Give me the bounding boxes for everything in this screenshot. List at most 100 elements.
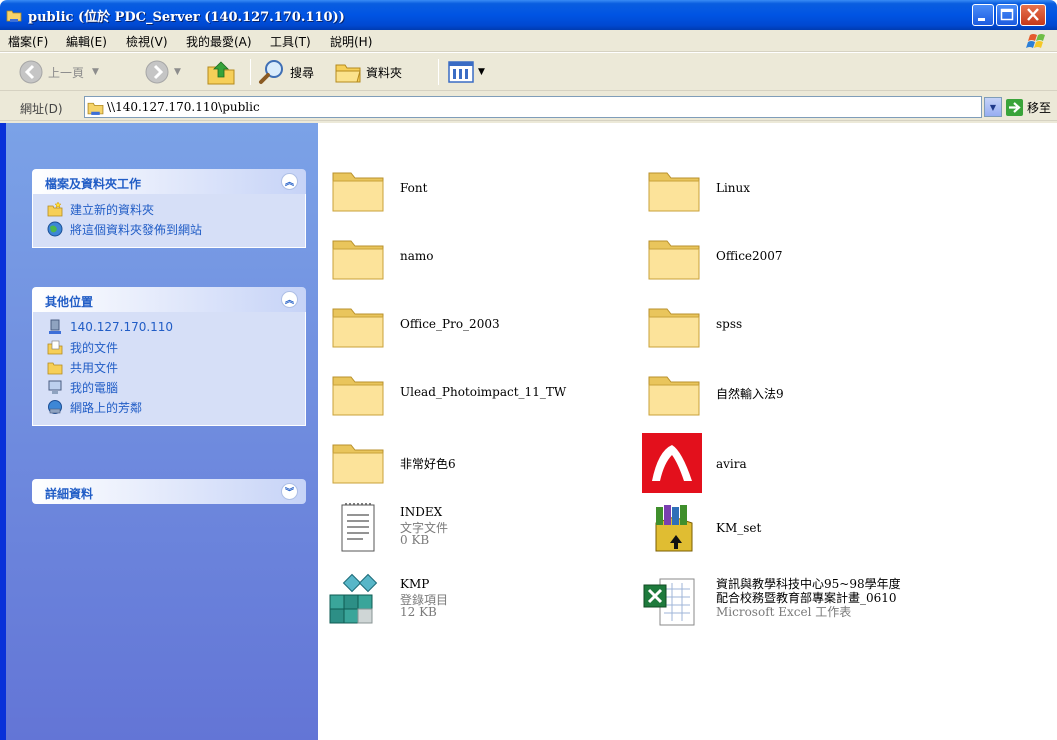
file-tasks-body: 建立新的資料夾 將這個資料夾發佈到網站	[32, 194, 306, 248]
collapse-icon[interactable]: ︽	[281, 291, 298, 308]
task-new-folder[interactable]: 建立新的資料夾	[33, 199, 305, 219]
search-button[interactable]: 搜尋	[258, 56, 314, 88]
file-tasks-header[interactable]: 檔案及資料夾工作 ︽	[32, 169, 306, 194]
folder-icon	[648, 240, 700, 280]
folder-name: Linux	[716, 181, 751, 195]
shared-documents-icon	[47, 362, 63, 375]
place-my-computer[interactable]: 我的電腦	[33, 377, 305, 397]
other-places-body: 140.127.170.110 我的文件 共用文件 我的電腦 網路上的芳鄰	[32, 312, 306, 426]
maximize-icon	[1000, 8, 1014, 21]
forward-button[interactable]: ▼	[144, 56, 181, 88]
folder-icon	[332, 444, 384, 484]
window-title: public (位於 PDC_Server (140.127.170.110))	[28, 10, 345, 25]
folders-button[interactable]: 資料夾	[334, 56, 402, 88]
back-button[interactable]: 上一頁 ▼	[18, 56, 99, 88]
up-folder-icon	[207, 61, 235, 85]
folders-icon	[335, 64, 361, 83]
details-panel: 詳細資料 ︾	[32, 479, 306, 504]
search-icon	[259, 60, 283, 84]
place-network-places[interactable]: 網路上的芳鄰	[33, 397, 305, 417]
folder-icon	[332, 376, 384, 416]
shortcut-item[interactable]: avira	[642, 433, 942, 493]
up-folder-button[interactable]	[206, 56, 236, 88]
maximize-button[interactable]	[996, 4, 1018, 26]
menu-file[interactable]: 檔案(F)	[8, 33, 48, 50]
folder-item[interactable]: Font	[330, 161, 630, 221]
folders-label: 資料夾	[366, 65, 403, 80]
file-list: Font Linux namo Office2007 Office_Pro_20…	[318, 123, 1057, 740]
menu-help[interactable]: 說明(H)	[330, 33, 372, 50]
chevron-down-icon[interactable]: ▼	[174, 67, 181, 77]
menu-bar: 檔案(F) 編輯(E) 檢視(V) 我的最愛(A) 工具(T) 說明(H)	[0, 30, 1057, 52]
folder-name: Ulead_Photoimpact_11_TW	[400, 385, 567, 399]
menu-edit[interactable]: 編輯(E)	[66, 33, 107, 50]
folder-item[interactable]: Office2007	[646, 229, 946, 289]
folder-icon	[332, 240, 384, 280]
minimize-button[interactable]	[972, 4, 994, 26]
folder-item[interactable]: 自然輸入法9	[646, 365, 946, 425]
registry-file-icon	[329, 573, 378, 624]
place-network-places-label: 網路上的芳鄰	[70, 400, 143, 415]
standard-buttons: 上一頁 ▼ ▼ 搜尋 資料夾 ▼	[0, 53, 1057, 91]
close-button[interactable]	[1020, 4, 1046, 26]
installer-box-icon	[655, 505, 693, 552]
windows-logo-icon	[1026, 34, 1045, 48]
expand-icon[interactable]: ︾	[281, 483, 298, 500]
text-file-icon	[341, 503, 375, 552]
task-publish-web[interactable]: 將這個資料夾發佈到網站	[33, 219, 305, 239]
go-button[interactable]: 移至	[1006, 97, 1051, 117]
folder-name: spss	[716, 317, 743, 331]
file-tasks-title: 檔案及資料夾工作	[45, 177, 142, 191]
file-item[interactable]: KMP 登錄項目 12 KB	[326, 573, 626, 639]
views-button[interactable]: ▼	[448, 56, 485, 88]
my-computer-icon	[48, 380, 62, 394]
place-network-computer[interactable]: 140.127.170.110	[33, 317, 305, 337]
folder-item[interactable]: 非常好色6	[330, 433, 630, 493]
other-places-panel: 其他位置 ︽ 140.127.170.110 我的文件 共用文件 我的電腦 網路…	[32, 287, 306, 426]
toolbar: 上一頁 ▼ ▼ 搜尋 資料夾 ▼ 網址(D) \\140.127.170.110…	[0, 53, 1057, 123]
chevron-down-icon: ▼	[989, 102, 997, 112]
forward-arrow-icon	[145, 60, 169, 84]
folder-item[interactable]: spss	[646, 297, 946, 357]
address-dropdown-button[interactable]: ▼	[984, 97, 1002, 117]
chevron-down-icon[interactable]: ▼	[92, 67, 99, 77]
place-my-documents[interactable]: 我的文件	[33, 337, 305, 357]
folder-icon	[332, 308, 384, 348]
place-my-documents-label: 我的文件	[70, 340, 119, 355]
folder-item[interactable]: Office_Pro_2003	[330, 297, 630, 357]
details-header[interactable]: 詳細資料 ︾	[32, 479, 306, 504]
toolbar-separator	[438, 59, 439, 85]
address-input[interactable]: \\140.127.170.110\public	[84, 96, 982, 118]
menu-view[interactable]: 檢視(V)	[126, 33, 168, 50]
toolbar-separator	[250, 59, 251, 85]
place-shared-documents[interactable]: 共用文件	[33, 357, 305, 377]
chevron-down-icon[interactable]: ▼	[478, 67, 485, 77]
folder-item[interactable]: namo	[330, 229, 630, 289]
address-bar: 網址(D) \\140.127.170.110\public ▼ 移至	[0, 93, 1057, 121]
folder-icon	[648, 308, 700, 348]
file-name: KMP	[400, 577, 430, 591]
menu-tools[interactable]: 工具(T)	[270, 33, 311, 50]
task-pane: 檔案及資料夾工作 ︽ 建立新的資料夾 將這個資料夾發佈到網站 其他位置 ︽ 14…	[6, 123, 318, 740]
collapse-icon[interactable]: ︽	[281, 173, 298, 190]
network-computer-icon	[49, 319, 61, 334]
task-publish-web-label: 將這個資料夾發佈到網站	[70, 222, 203, 237]
avira-icon	[642, 433, 702, 493]
title-bar[interactable]: public (位於 PDC_Server (140.127.170.110))	[0, 0, 1057, 30]
menu-favorites[interactable]: 我的最愛(A)	[186, 33, 252, 50]
other-places-header[interactable]: 其他位置 ︽	[32, 287, 306, 312]
file-item[interactable]: KM_set	[642, 499, 942, 559]
network-folder-icon	[87, 102, 104, 115]
go-label: 移至	[1027, 100, 1052, 115]
folder-icon	[648, 376, 700, 416]
shortcut-name: avira	[716, 457, 747, 471]
folder-item[interactable]: Ulead_Photoimpact_11_TW	[330, 365, 630, 425]
folder-item[interactable]: Linux	[646, 161, 946, 221]
folder-name: Office2007	[716, 249, 783, 263]
network-folder-icon	[6, 10, 22, 22]
other-places-title: 其他位置	[45, 295, 94, 309]
file-size: 12 KB	[400, 605, 437, 619]
details-title: 詳細資料	[45, 487, 94, 501]
file-item[interactable]: INDEX 文字文件 0 KB	[330, 501, 630, 567]
file-item[interactable]: 資訊與教學科技中心95~98學年度 配合校務暨教育部專案計畫_0610 Micr…	[642, 573, 1052, 639]
